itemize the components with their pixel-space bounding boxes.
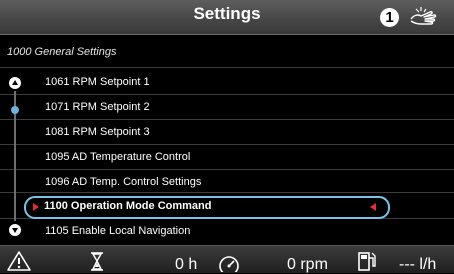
hourglass-icon	[91, 252, 103, 271]
scroll-down-icon[interactable]	[9, 224, 21, 236]
warning-icon	[7, 251, 31, 271]
menu-item-operation-mode-command[interactable]: 1100 Operation Mode Command	[24, 196, 390, 219]
divider	[0, 94, 454, 95]
title-bar: Settings 1	[0, 0, 454, 35]
menu-item-label: 1100 Operation Mode Command	[44, 200, 212, 212]
engine-rpm-value: 0 rpm	[287, 256, 328, 273]
divider	[0, 144, 454, 145]
speedometer-icon	[219, 256, 239, 272]
selection-arrow-left-icon	[370, 203, 376, 211]
menu-item-rpm-setpoint-1[interactable]: 1061 RPM Setpoint 1	[45, 76, 150, 88]
menu-item-enable-local-navigation[interactable]: 1105 Enable Local Navigation	[45, 225, 190, 237]
menu-item-ad-temperature-control[interactable]: 1095 AD Temperature Control	[45, 151, 190, 163]
engine-hours-value: 0 h	[175, 256, 198, 273]
menu-item-rpm-setpoint-2[interactable]: 1071 RPM Setpoint 2	[45, 101, 150, 113]
divider	[0, 192, 454, 193]
scrollbar-thumb[interactable]	[11, 106, 19, 114]
divider	[0, 169, 454, 170]
scroll-up-icon[interactable]	[9, 77, 21, 89]
breadcrumb: 1000 General Settings	[7, 46, 117, 58]
menu-item-rpm-setpoint-3[interactable]: 1081 RPM Setpoint 3	[45, 126, 150, 138]
info-icon[interactable]: 1	[380, 8, 399, 27]
hand-touch-icon[interactable]	[408, 6, 438, 28]
divider	[0, 67, 454, 68]
divider	[0, 119, 454, 120]
selection-arrow-right-icon	[33, 203, 39, 211]
fuel-pump-icon	[358, 252, 376, 271]
fuel-rate-value: --- l/h	[399, 256, 437, 273]
menu-item-ad-temp-control-settings[interactable]: 1096 AD Temp. Control Settings	[45, 176, 201, 188]
